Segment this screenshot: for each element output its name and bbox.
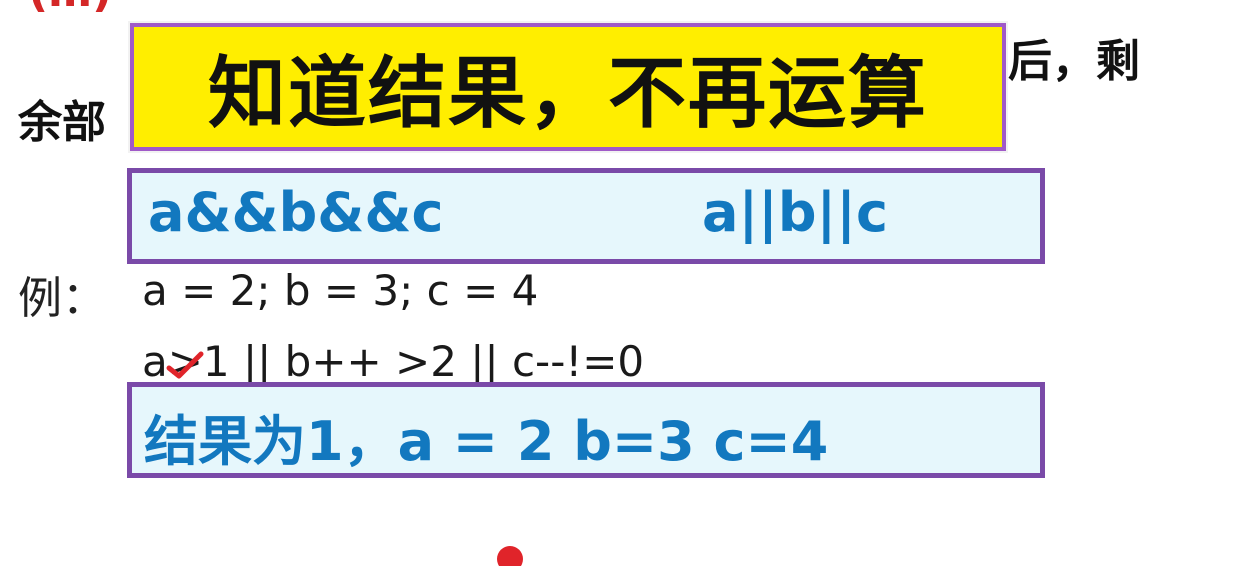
title-banner: 知道结果，不再运算 — [130, 23, 1006, 151]
title-text: 知道结果，不再运算 — [207, 49, 928, 139]
example-label: 例： — [18, 273, 106, 324]
result-box: 结果为1，a = 2 b=3 c=4 — [127, 382, 1045, 478]
background-text-prefix: 余部 — [18, 97, 106, 148]
and-chain-text: a&&b&&c — [148, 181, 444, 244]
result-text: 结果为1，a = 2 b=3 c=4 — [144, 410, 829, 473]
or-chain-text: a||b||c — [702, 181, 888, 244]
top-heading-fragment: (…) — [28, 0, 112, 17]
background-text-suffix: 后，剩 — [1008, 36, 1140, 87]
red-check-annotation-icon — [166, 351, 204, 379]
assignment-line: a = 2; b = 3; c = 4 — [142, 266, 539, 315]
operators-box: a&&b&&c a||b||c — [127, 168, 1045, 264]
red-pointer-dot — [497, 546, 523, 566]
expression-line: a>1 || b++ >2 || c--!=0 — [142, 337, 645, 386]
lecture-slide: (…) 后，剩 余部 知道结果，不再运算 a&&b&&c a||b||c 例： … — [0, 0, 1241, 566]
